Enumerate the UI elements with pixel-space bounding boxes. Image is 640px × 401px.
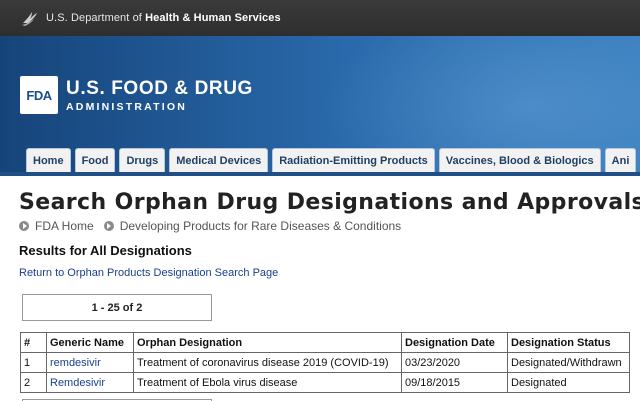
table-row: 2 Remdesivir Treatment of Ebola virus di… [20, 372, 630, 393]
results-heading: Results for All Designations [19, 243, 192, 258]
designation-status: Designated/Withdrawn [507, 352, 630, 373]
fda-logo[interactable]: FDA [20, 76, 58, 114]
pager: 1 - 25 of 2 [22, 294, 212, 321]
col-designation-date-header[interactable]: Designation Date [401, 332, 508, 353]
fda-subtitle: ADMINISTRATION [66, 101, 188, 113]
col-orphan-designation-header[interactable]: Orphan Designation [133, 332, 402, 353]
return-to-search-link[interactable]: Return to Orphan Products Designation Se… [19, 267, 278, 279]
designation-status: Designated [507, 372, 630, 393]
orphan-designation: Treatment of coronavirus disease 2019 (C… [133, 352, 402, 373]
main-nav: Home Food Drugs Medical Devices Radiatio… [26, 148, 637, 172]
col-designation-status-header[interactable]: Designation Status [507, 332, 630, 353]
row-number: 2 [20, 372, 47, 393]
tab-medical-devices[interactable]: Medical Devices [169, 148, 269, 172]
designation-date: 09/18/2015 [401, 372, 508, 393]
generic-name-text[interactable]: Remdesivir [50, 377, 105, 389]
breadcrumb-rare-diseases[interactable]: Developing Products for Rare Diseases & … [120, 219, 401, 233]
breadcrumb: FDA Home Developing Products for Rare Di… [19, 219, 411, 233]
fda-title[interactable]: U.S. FOOD & DRUG [66, 78, 253, 100]
generic-name-link[interactable]: remdesivir [46, 352, 134, 373]
generic-name-link[interactable]: Remdesivir [46, 372, 134, 393]
tab-vaccines-blood-biologics[interactable]: Vaccines, Blood & Biologics [438, 148, 601, 172]
breadcrumb-arrow-icon [103, 221, 114, 231]
designation-date: 03/23/2020 [401, 352, 508, 373]
hhs-eagle-icon [22, 12, 37, 26]
tab-animal-veterinary[interactable]: Ani [604, 148, 637, 172]
table-header-row: # Generic Name Orphan Designation Design… [20, 332, 630, 353]
col-generic-name-header[interactable]: Generic Name [46, 332, 134, 353]
nav-underline [0, 172, 640, 176]
tab-food[interactable]: Food [74, 148, 116, 172]
hhs-link[interactable]: U.S. Department of Health & Human Servic… [46, 12, 281, 24]
hhs-bar: U.S. Department of Health & Human Servic… [0, 0, 640, 36]
breadcrumb-arrow-icon [19, 221, 29, 231]
tab-home[interactable]: Home [26, 148, 71, 172]
table-row: 1 remdesivir Treatment of coronavirus di… [20, 352, 630, 373]
tab-radiation-emitting-products[interactable]: Radiation-Emitting Products [272, 148, 435, 172]
hhs-prefix: U.S. Department of [46, 12, 146, 24]
breadcrumb-fda-home[interactable]: FDA Home [35, 219, 94, 233]
col-number-header[interactable]: # [20, 332, 47, 353]
hhs-name: Health & Human Services [145, 12, 281, 24]
pager-text: 1 - 25 of 2 [91, 301, 143, 314]
tab-drugs[interactable]: Drugs [119, 148, 166, 172]
generic-name-text[interactable]: remdesivir [50, 357, 101, 369]
page-title: Search Orphan Drug Designations and Appr… [19, 190, 640, 215]
results-table: # Generic Name Orphan Designation Design… [20, 332, 630, 393]
orphan-designation: Treatment of Ebola virus disease [133, 372, 402, 393]
row-number: 1 [20, 352, 47, 373]
fda-logo-text: FDA [26, 87, 52, 103]
